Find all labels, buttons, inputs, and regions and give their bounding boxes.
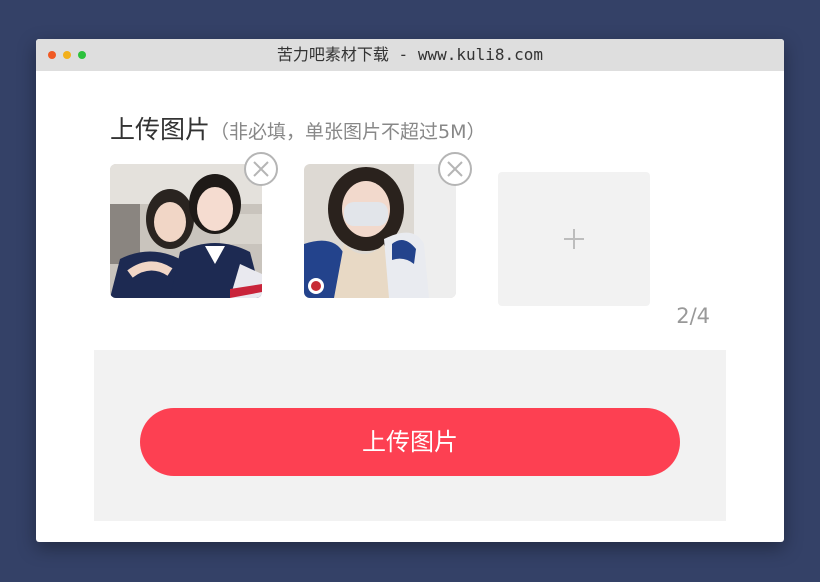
uploaded-photo-1[interactable] [110,164,262,298]
upload-heading-title: 上传图片 [110,115,211,144]
photo-1-image [110,164,262,298]
uploaded-photo-2[interactable] [304,164,456,298]
browser-window: 苦力吧素材下载 - www.kuli8.com 上传图片（非必填，单张图片不超过… [36,39,784,542]
plus-icon [564,229,584,249]
upload-button[interactable]: 上传图片 [140,408,680,476]
window-title: 苦力吧素材下载 - www.kuli8.com [276,45,544,64]
action-panel: 上传图片 [94,350,726,521]
remove-photo-1-button[interactable] [243,151,279,187]
photo-2-image [304,164,456,298]
upload-heading: 上传图片（非必填，单张图片不超过5M） [110,110,486,146]
remove-photo-2-button[interactable] [437,151,473,187]
photo-count: 2/4 [676,304,710,328]
close-circle-icon [244,152,278,186]
window-titlebar: 苦力吧素材下载 - www.kuli8.com [36,39,784,71]
add-photo-button[interactable] [498,172,650,306]
upload-heading-hint: （非必填，单张图片不超过5M） [210,121,486,143]
close-circle-icon [438,152,472,186]
